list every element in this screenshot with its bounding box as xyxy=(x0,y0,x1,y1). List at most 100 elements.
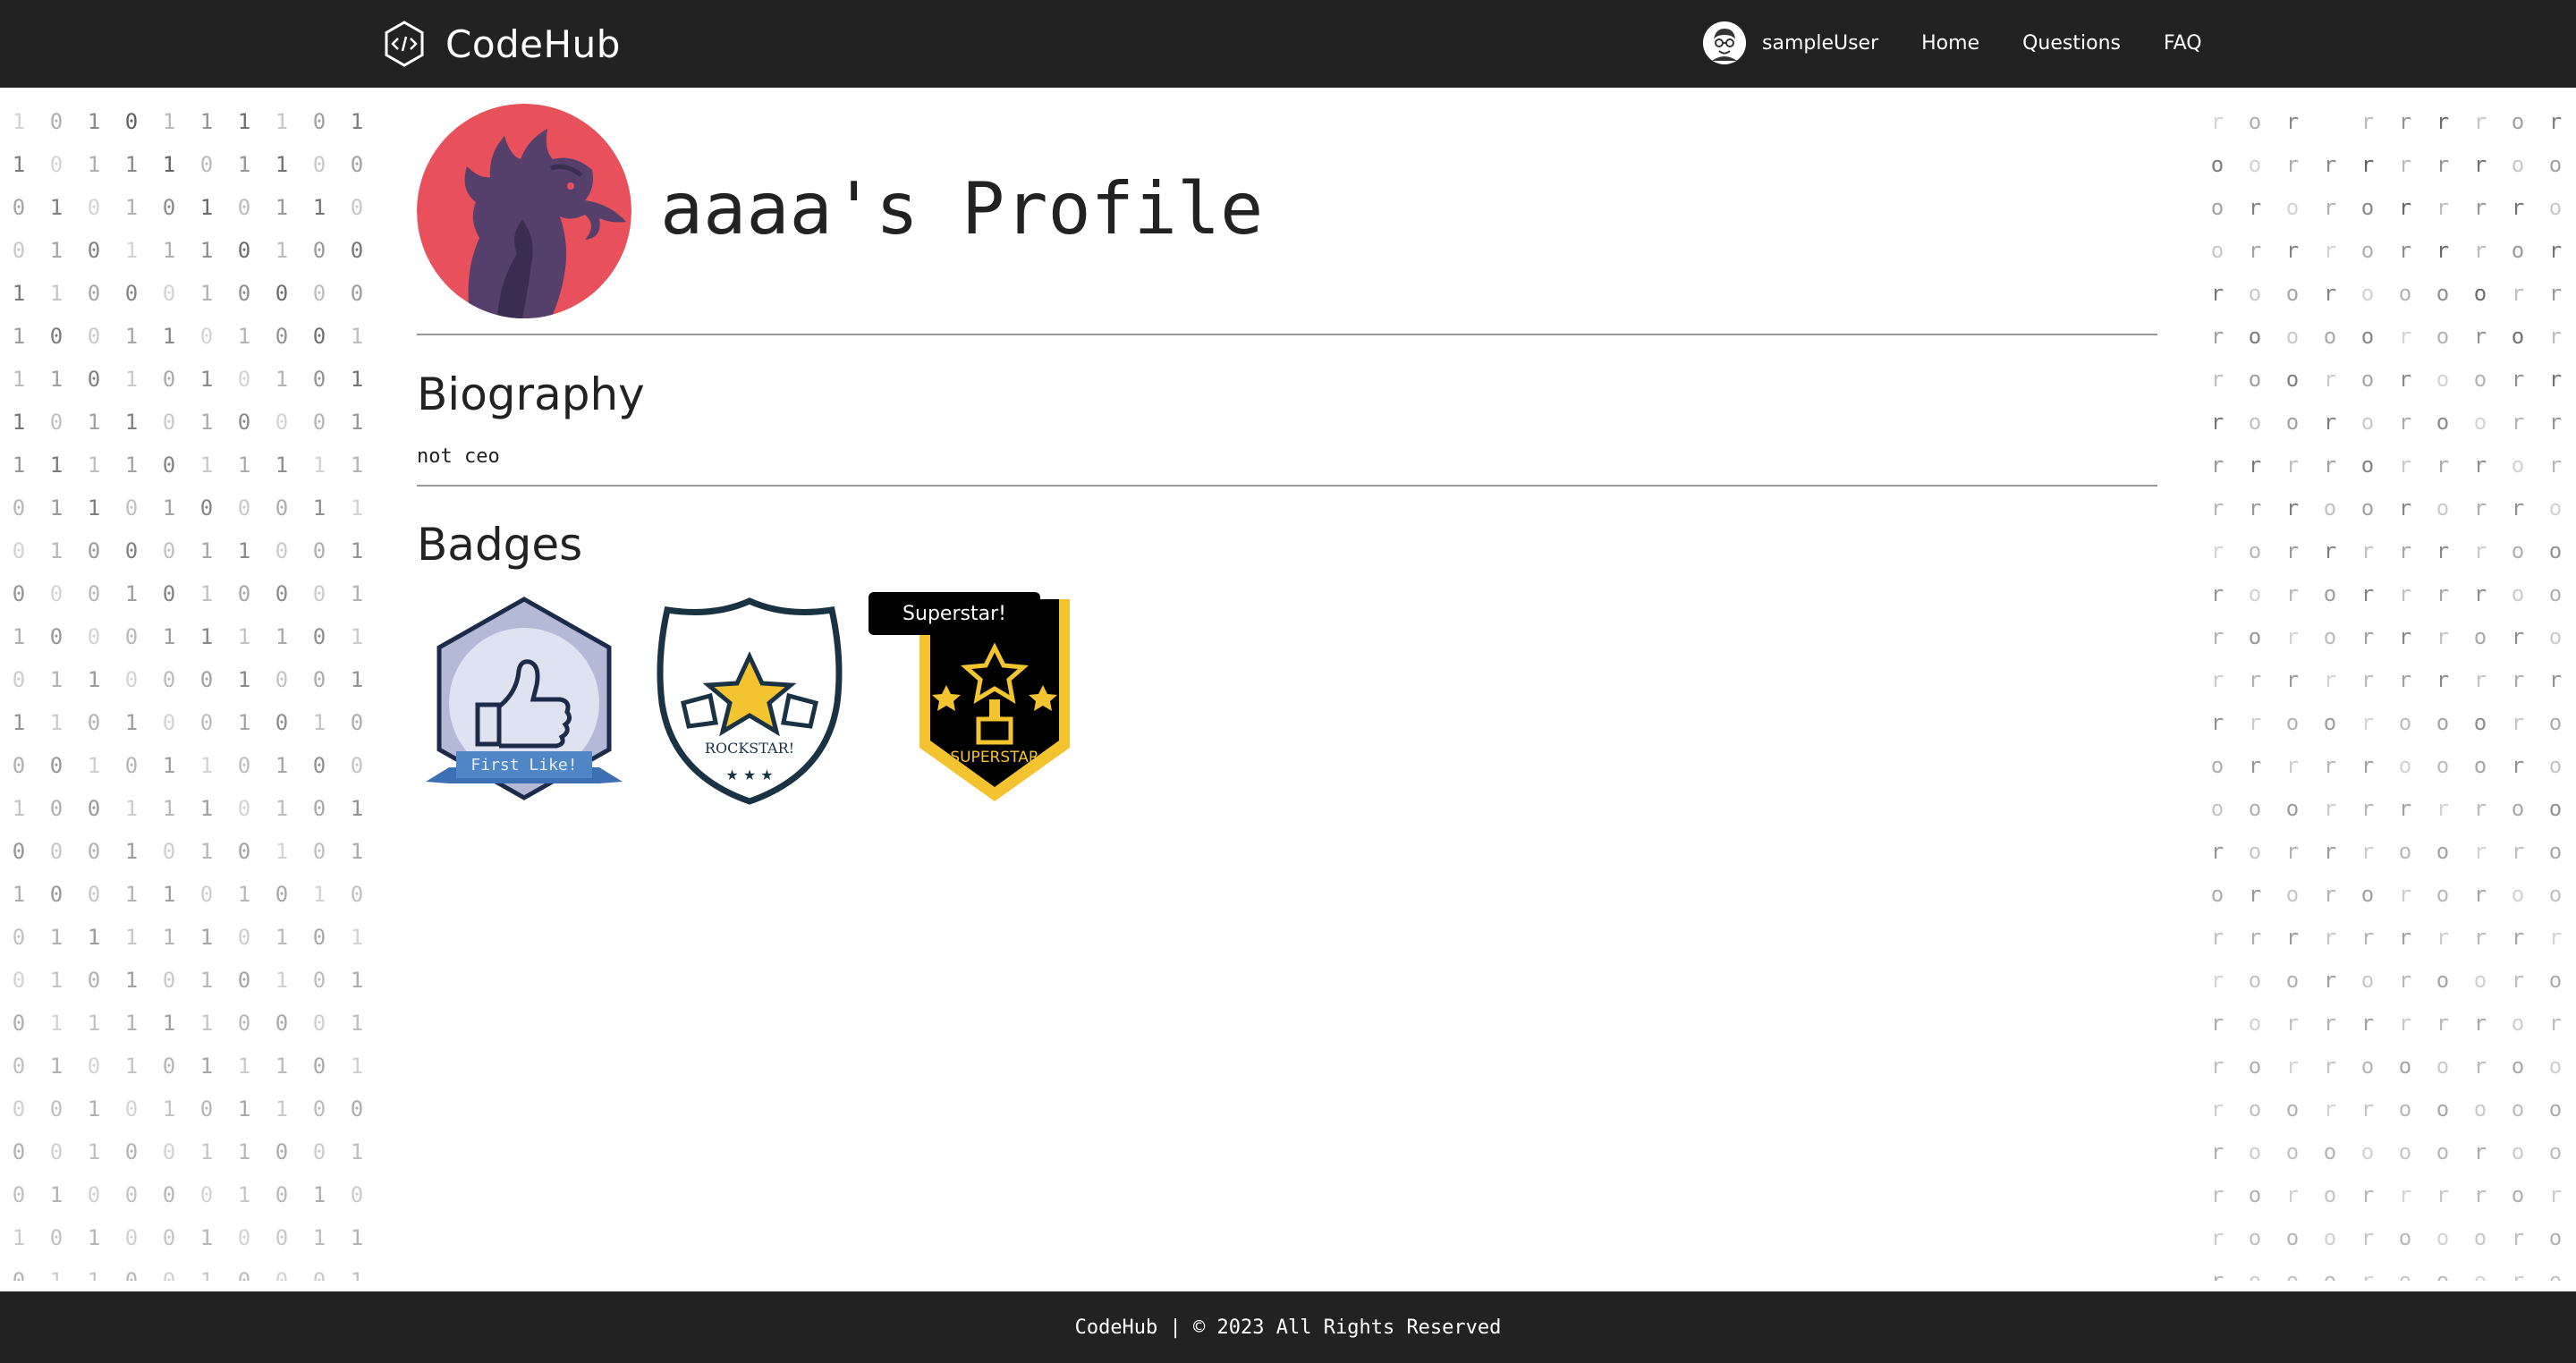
binary-digit: o xyxy=(2360,324,2375,349)
binary-digit: 1 xyxy=(124,968,139,993)
binary-digit: r xyxy=(2323,1096,2337,1122)
binary-digit: r xyxy=(2548,109,2563,134)
binary-digit: r xyxy=(2398,410,2412,435)
binary-digit: 0 xyxy=(237,796,251,821)
binary-digit: 1 xyxy=(124,1054,139,1079)
binary-digit: r xyxy=(2548,324,2563,349)
binary-digit: 0 xyxy=(124,1182,139,1207)
binary-row: 0101110100 xyxy=(0,229,376,272)
binary-digit: 0 xyxy=(237,195,251,220)
binary-digit: r xyxy=(2436,581,2450,606)
binary-digit: 0 xyxy=(312,796,326,821)
binary-digit: r xyxy=(2323,238,2337,263)
binary-digit: r xyxy=(2436,453,2450,478)
binary-digit: 0 xyxy=(199,324,214,349)
binary-digit: 0 xyxy=(312,624,326,649)
brand-link[interactable]: CodeHub xyxy=(383,20,621,68)
binary-digit: 1 xyxy=(87,667,101,692)
binary-row: 1011101100 xyxy=(0,143,376,186)
binary-digit: 0 xyxy=(312,968,326,993)
binary-digit: o xyxy=(2323,324,2337,349)
binary-digit: 0 xyxy=(49,1096,64,1122)
binary-row: roororooro xyxy=(2199,959,2574,1002)
nav-username[interactable]: sampleUser xyxy=(1762,32,1878,55)
binary-digit: r xyxy=(2323,367,2337,392)
binary-digit: r xyxy=(2210,667,2224,692)
binary-digit: r xyxy=(2398,453,2412,478)
binary-digit: o xyxy=(2285,281,2300,306)
binary-digit: r xyxy=(2360,1268,2375,1281)
binary-digit: r xyxy=(2323,968,2337,993)
badge-rockstar[interactable]: ROCKSTAR! ★ ★ ★ xyxy=(651,596,848,807)
binary-digit: r xyxy=(2285,667,2300,692)
binary-digit: o xyxy=(2248,581,2262,606)
binary-digit: o xyxy=(2398,753,2412,778)
binary-digit: 0 xyxy=(312,410,326,435)
binary-digit: 1 xyxy=(49,1182,64,1207)
binary-row: rorrroorro xyxy=(2199,830,2574,873)
binary-digit: 0 xyxy=(162,281,176,306)
binary-digit: 1 xyxy=(275,1054,289,1079)
binary-digit: 0 xyxy=(199,1182,214,1207)
binary-digit: 0 xyxy=(312,839,326,864)
binary-digit: 1 xyxy=(350,109,364,134)
badge-first-like[interactable]: First Like! xyxy=(426,596,623,807)
binary-digit: 0 xyxy=(275,324,289,349)
binary-digit: r xyxy=(2248,710,2262,735)
binary-digit: o xyxy=(2473,710,2487,735)
binary-row: 1101010101 xyxy=(0,358,376,401)
binary-digit: 0 xyxy=(350,1182,364,1207)
biography-heading: Biography xyxy=(417,368,645,420)
binary-digit: 0 xyxy=(312,152,326,177)
binary-digit: 1 xyxy=(350,367,364,392)
binary-digit: 1 xyxy=(275,367,289,392)
binary-digit: o xyxy=(2511,1139,2525,1164)
nav-link-faq[interactable]: FAQ xyxy=(2164,32,2202,55)
binary-digit: 1 xyxy=(350,1268,364,1281)
binary-digit: o xyxy=(2511,109,2525,134)
binary-row: 0100011001 xyxy=(0,529,376,572)
binary-digit: r xyxy=(2548,238,2563,263)
binary-digit: r xyxy=(2210,624,2224,649)
user-avatar-icon[interactable] xyxy=(1703,21,1746,64)
binary-digit: r xyxy=(2473,238,2487,263)
binary-digit: o xyxy=(2436,710,2450,735)
badges-heading: Badges xyxy=(417,519,583,571)
binary-digit: r xyxy=(2285,581,2300,606)
binary-digit: r xyxy=(2473,667,2487,692)
binary-digit: 1 xyxy=(312,882,326,907)
binary-digit: 1 xyxy=(124,367,139,392)
binary-pattern-right: rorrrrroroorrrrrrooorororrrroorrrorrrorr… xyxy=(2199,100,2574,1281)
binary-digit: r xyxy=(2210,1139,2224,1164)
binary-digit: r xyxy=(2436,796,2450,821)
binary-digit: r xyxy=(2360,839,2375,864)
binary-digit: 0 xyxy=(124,495,139,521)
binary-digit: 1 xyxy=(199,1268,214,1281)
binary-digit: r xyxy=(2511,410,2525,435)
binary-digit: r xyxy=(2473,538,2487,563)
binary-row: 0100001010 xyxy=(0,1173,376,1216)
binary-digit: 1 xyxy=(124,324,139,349)
binary-row: roooroooro xyxy=(2199,1259,2574,1281)
binary-digit: o xyxy=(2210,753,2224,778)
binary-digit: r xyxy=(2285,925,2300,950)
binary-digit: r xyxy=(2398,882,2412,907)
binary-digit: 1 xyxy=(49,710,64,735)
binary-digit: o xyxy=(2360,367,2375,392)
binary-digit: r xyxy=(2285,1182,2300,1207)
footer-text: CodeHub | © 2023 All Rights Reserved xyxy=(1074,1316,1502,1339)
binary-digit: 0 xyxy=(87,538,101,563)
binary-digit: 1 xyxy=(199,968,214,993)
binary-digit: r xyxy=(2323,1054,2337,1079)
binary-digit: r xyxy=(2248,753,2262,778)
binary-digit: r xyxy=(2248,453,2262,478)
binary-digit: r xyxy=(2511,367,2525,392)
binary-row: 0111110001 xyxy=(0,1002,376,1045)
binary-digit: r xyxy=(2548,667,2563,692)
binary-digit: 1 xyxy=(199,367,214,392)
binary-digit: r xyxy=(2360,1011,2375,1036)
nav-link-home[interactable]: Home xyxy=(1921,32,1979,55)
binary-digit: r xyxy=(2210,367,2224,392)
binary-digit: 1 xyxy=(124,581,139,606)
nav-link-questions[interactable]: Questions xyxy=(2022,32,2121,55)
